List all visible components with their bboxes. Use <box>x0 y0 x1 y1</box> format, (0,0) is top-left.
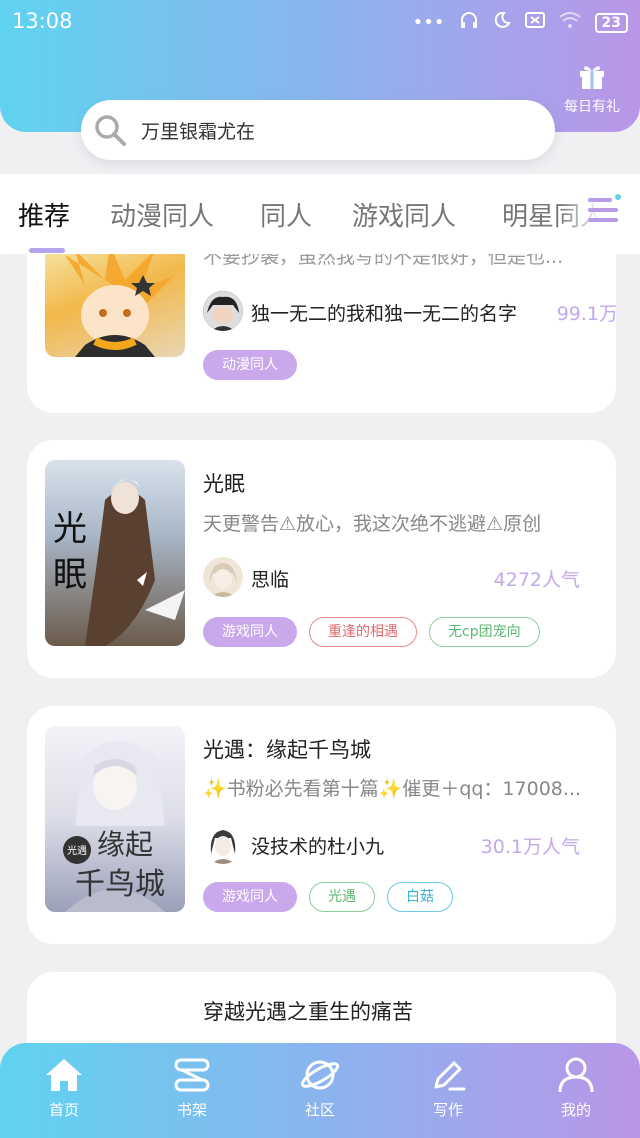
moon-icon <box>493 11 511 34</box>
tag[interactable]: 游戏同人 <box>203 617 297 647</box>
author-name: 思临 <box>251 569 290 591</box>
tab-anime-fanfic[interactable]: 动漫同人 <box>110 196 214 233</box>
tab-game-fanfic[interactable]: 游戏同人 <box>352 196 456 233</box>
more-dots-icon: ••• <box>412 12 445 33</box>
search-input-text: 万里银霜尤在 <box>141 120 256 143</box>
tag[interactable]: 白菇 <box>387 882 453 912</box>
wifi-icon <box>558 11 581 34</box>
avatar <box>203 557 243 597</box>
svg-text:光遇: 光遇 <box>67 844 87 857</box>
book-cover[interactable]: 光遇 缘起 千鸟城 <box>45 726 185 912</box>
search-icon <box>95 115 126 146</box>
bottom-navigation: 首页 书架 社区 写作 我的 <box>0 1043 640 1138</box>
tag[interactable]: 无cp团宠向 <box>429 617 540 647</box>
active-tab-indicator <box>29 248 65 253</box>
tab-recommend[interactable]: 推荐 <box>18 196 70 233</box>
nav-community[interactable]: 社区 <box>275 1057 365 1120</box>
tab-fanfic[interactable]: 同人 <box>260 196 312 233</box>
book-cover[interactable]: 光 眠 <box>45 460 185 646</box>
status-bar: 13:08 ••• 23 <box>0 0 640 44</box>
gift-icon <box>580 66 604 89</box>
cover-title-text: 缘起 <box>97 829 153 861</box>
book-description: 天更警告⚠放心，我这次绝不逃避⚠原创 <box>203 513 542 535</box>
battery-indicator: 23 <box>594 12 628 33</box>
nav-label: 书架 <box>176 1101 207 1119</box>
search-bar[interactable]: 万里银霜尤在 <box>81 100 555 160</box>
tag-row: 游戏同人 重逢的相遇 无cp团宠向 <box>203 617 540 647</box>
status-icons: ••• 23 <box>413 10 628 35</box>
tag[interactable]: 动漫同人 <box>203 350 297 380</box>
avatar <box>203 291 243 331</box>
nav-label: 写作 <box>432 1101 463 1119</box>
pen-icon <box>434 1061 466 1091</box>
cover-illustration: 光遇 缘起 千鸟城 <box>63 741 165 912</box>
nav-profile[interactable]: 我的 <box>531 1057 621 1120</box>
tag-row: 动漫同人 <box>203 350 297 380</box>
tag-row: 游戏同人 光遇 白菇 <box>203 882 453 912</box>
tag[interactable]: 光遇 <box>309 882 375 912</box>
book-title[interactable]: 光眠 <box>203 468 245 498</box>
book-description: ✨书粉必先看第十篇✨催更＋qq：17008... <box>203 778 581 800</box>
author-row[interactable]: 没技术的杜小九 30.1万人气 <box>203 824 616 864</box>
nav-bookshelf[interactable]: 书架 <box>147 1057 237 1120</box>
book-card[interactable]: 光遇 缘起 千鸟城 光遇：缘起千鸟城 ✨书粉必先看第十篇✨催更＋qq：17008… <box>27 706 616 944</box>
tag[interactable]: 重逢的相遇 <box>309 617 417 647</box>
daily-gift-button[interactable]: 每日有礼 <box>560 62 624 116</box>
planet-icon <box>300 1060 340 1090</box>
sim-icon <box>524 11 545 34</box>
nav-label: 社区 <box>304 1101 335 1119</box>
bookshelf-icon <box>174 1058 210 1092</box>
nav-label: 首页 <box>48 1101 79 1119</box>
nav-home[interactable]: 首页 <box>19 1057 109 1120</box>
gift-label: 每日有礼 <box>564 99 620 115</box>
status-time: 13:08 <box>12 9 73 33</box>
author-name: 没技术的杜小九 <box>251 836 385 858</box>
cover-illustration <box>65 245 175 357</box>
category-tabs: 推荐 动漫同人 同人 游戏同人 明星同人 <box>0 174 640 254</box>
cover-title-char: 眠 <box>53 557 87 594</box>
avatar <box>203 824 243 864</box>
book-title[interactable]: 光遇：缘起千鸟城 <box>203 734 371 764</box>
home-icon <box>46 1059 82 1091</box>
author-row[interactable]: 思临 4272人气 <box>203 557 616 597</box>
nav-label: 我的 <box>560 1101 591 1119</box>
author-name: 独一无二的我和独一无二的名字 <box>251 303 518 325</box>
cover-illustration: 光 眠 <box>53 479 185 646</box>
user-icon <box>558 1057 594 1093</box>
popularity-count: 4272人气 <box>493 569 580 591</box>
popularity-count: 99.1万人气 <box>556 303 616 325</box>
cover-title-char: 光 <box>53 510 87 548</box>
headphone-icon <box>459 10 479 35</box>
popularity-count: 30.1万人气 <box>480 836 580 858</box>
tag[interactable]: 游戏同人 <box>203 882 297 912</box>
category-menu-icon[interactable] <box>586 192 622 228</box>
cover-title-text: 千鸟城 <box>75 868 165 901</box>
author-row[interactable]: 独一无二的我和独一无二的名字 99.1万人气 <box>203 291 616 331</box>
book-card[interactable]: 光 眠 光眠 天更警告⚠放心，我这次绝不逃避⚠原创 思临 4272人气 游戏同人… <box>27 440 616 678</box>
nav-write[interactable]: 写作 <box>403 1057 493 1120</box>
book-title[interactable]: 穿越光遇之重生的痛苦 <box>203 996 413 1026</box>
book-cover[interactable] <box>45 245 185 357</box>
